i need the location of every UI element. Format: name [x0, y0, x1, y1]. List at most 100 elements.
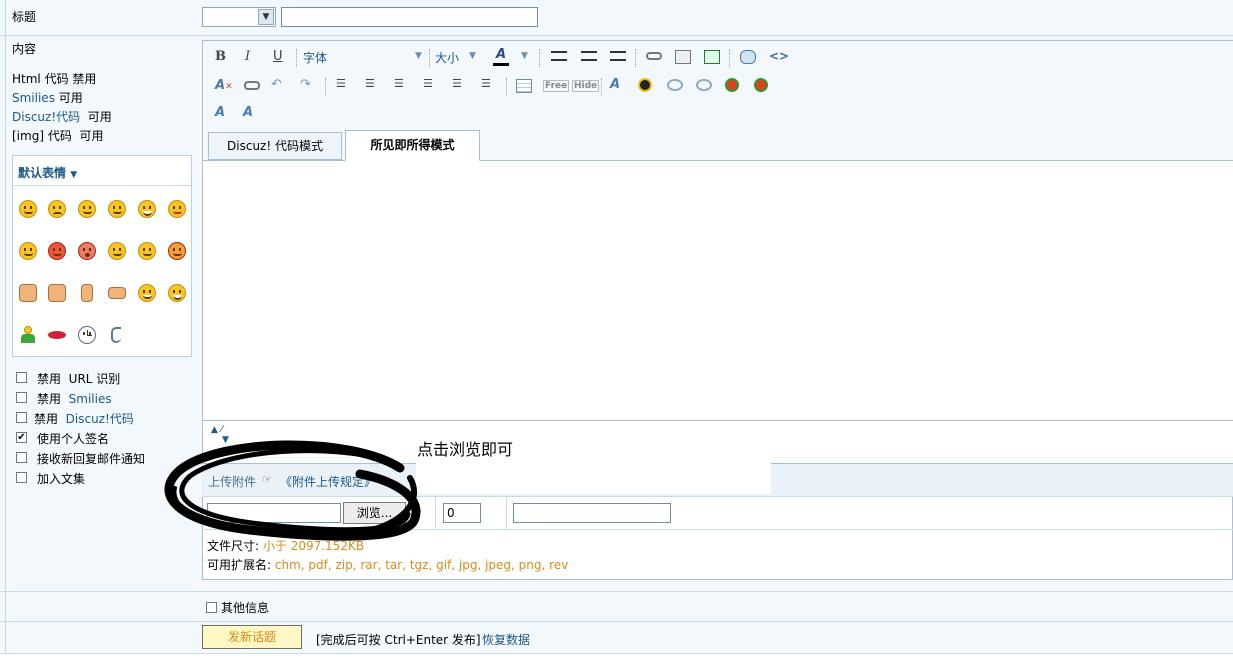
allowed-extensions-info: 可用扩展名: chm, pdf, zip, rar, tar, tgz, gif…: [207, 558, 569, 572]
read-permission-input[interactable]: 0: [443, 503, 481, 523]
thumbs-left-icon[interactable]: [19, 284, 37, 302]
free-icon[interactable]: Free: [543, 80, 570, 92]
person-icon[interactable]: [19, 326, 37, 344]
clock-icon[interactable]: [78, 326, 96, 344]
other-info-row: [0, 592, 1233, 622]
cry-icon[interactable]: [108, 242, 126, 260]
toolbar-separator: [296, 49, 297, 67]
sad-icon[interactable]: [48, 200, 66, 218]
smiley-panel: 默认表情 ▼: [12, 155, 192, 357]
chevron-down-icon[interactable]: ▼: [521, 51, 528, 61]
smile-icon[interactable]: [19, 200, 37, 218]
upload-divider: [435, 497, 436, 530]
float-left-icon[interactable]: ☰: [452, 77, 462, 90]
disable-discuz-label: 禁用 Discuz!代码: [34, 412, 134, 426]
tab-discuz-code-mode[interactable]: Discuz! 代码模式: [208, 132, 342, 160]
toolbar-separator: [325, 78, 326, 96]
email-notify-label: 接收新回复邮件通知: [37, 452, 146, 466]
frustrated-icon[interactable]: [138, 284, 156, 302]
float-right-icon[interactable]: ☰: [481, 77, 491, 90]
love-icon[interactable]: [168, 242, 186, 260]
tongue-icon[interactable]: [168, 200, 186, 218]
post-new-topic-button[interactable]: 发新话题: [202, 625, 302, 649]
resize-handle-icon[interactable]: ⁄: [221, 424, 223, 435]
phone-icon[interactable]: [108, 326, 126, 344]
big-smile-icon[interactable]: [168, 284, 186, 302]
chevron-down-icon[interactable]: ▼: [469, 51, 476, 61]
align-center-icon[interactable]: [581, 51, 597, 61]
toolbar-separator: [601, 78, 602, 96]
disable-smilies-checkbox[interactable]: [16, 392, 27, 403]
unordered-list-icon[interactable]: ☰: [365, 77, 375, 90]
redo-icon[interactable]: ↷: [300, 77, 311, 92]
tab-wysiwyg-mode[interactable]: 所见即所得模式: [345, 130, 480, 161]
disable-url-checkbox[interactable]: [16, 372, 27, 383]
subscript-icon[interactable]: A: [243, 105, 253, 120]
thumbs-down-icon[interactable]: [48, 284, 66, 302]
quote-icon[interactable]: [740, 50, 756, 64]
rule-img: [img] 代码 可用: [12, 129, 104, 143]
font-family-dropdown[interactable]: 字体: [303, 49, 327, 66]
victory-icon[interactable]: [81, 284, 93, 302]
image-icon[interactable]: [704, 50, 720, 64]
realmedia-icon[interactable]: [696, 79, 712, 91]
ordered-list-icon[interactable]: ☰: [336, 77, 346, 90]
lips-icon[interactable]: [48, 326, 66, 344]
smiley-panel-header[interactable]: 默认表情 ▼: [13, 156, 191, 186]
laugh-icon[interactable]: [138, 200, 156, 218]
grin-icon[interactable]: [78, 200, 96, 218]
annotation-text: 点击浏览即可: [417, 440, 514, 459]
font-size-dropdown[interactable]: 大小: [435, 49, 459, 66]
email-icon[interactable]: [675, 50, 691, 64]
flash-icon[interactable]: [754, 78, 768, 92]
hide-icon[interactable]: Hide: [572, 80, 600, 92]
qq-icon[interactable]: [638, 78, 652, 92]
editor-content-area[interactable]: [203, 161, 1233, 420]
happy-icon[interactable]: [108, 200, 126, 218]
smilies-link[interactable]: Smilies: [12, 91, 55, 105]
undo-icon[interactable]: ↶: [271, 77, 282, 92]
indent-icon[interactable]: ☰: [423, 77, 433, 90]
disable-discuz-checkbox[interactable]: [16, 412, 27, 423]
outdent-icon[interactable]: ☰: [394, 77, 404, 90]
chevron-down-icon[interactable]: ▼: [258, 9, 274, 25]
smiley-panel-title[interactable]: 默认表情 ▼: [18, 164, 77, 181]
italic-button[interactable]: I: [245, 49, 250, 64]
shy-icon[interactable]: [19, 242, 37, 260]
angry-icon[interactable]: [48, 242, 66, 260]
discuz-code-link[interactable]: Discuz!代码: [12, 110, 80, 124]
realplayer-icon[interactable]: [667, 79, 683, 91]
font-color-button[interactable]: A: [493, 47, 510, 66]
add-to-collection-checkbox[interactable]: [16, 472, 27, 483]
use-signature-checkbox[interactable]: ✔: [16, 432, 27, 443]
unlink-icon[interactable]: [244, 81, 260, 90]
other-info-checkbox[interactable]: [206, 602, 217, 613]
chevron-down-icon[interactable]: ▼: [415, 51, 422, 61]
disable-smilies-label: 禁用 Smilies: [37, 392, 112, 406]
title-input[interactable]: [281, 7, 538, 27]
annotation-box: 点击浏览即可: [416, 436, 771, 494]
expand-icon[interactable]: ▲: [211, 425, 218, 435]
confused-icon[interactable]: [138, 242, 156, 260]
align-left-icon[interactable]: [551, 51, 567, 61]
media-player-icon[interactable]: [725, 78, 739, 92]
toolbar-separator: [539, 49, 540, 67]
link-icon[interactable]: [646, 52, 662, 60]
title-label: 标题: [12, 10, 37, 24]
shock-icon[interactable]: [78, 242, 96, 260]
email-notify-checkbox[interactable]: [16, 452, 27, 463]
handshake-icon[interactable]: [108, 287, 126, 299]
superscript-icon[interactable]: A: [215, 105, 225, 120]
font-style-icon[interactable]: A: [610, 77, 620, 92]
remove-format-icon[interactable]: A✕: [215, 78, 233, 93]
underline-button[interactable]: U: [273, 49, 283, 64]
bold-button[interactable]: B: [215, 49, 226, 64]
title-type-select[interactable]: ▼: [202, 7, 276, 27]
left-border: [5, 0, 6, 654]
code-icon[interactable]: <>: [769, 49, 789, 63]
table-icon[interactable]: [516, 79, 532, 93]
align-right-icon[interactable]: [610, 51, 626, 61]
attachment-description-input[interactable]: [513, 503, 671, 523]
restore-data-link[interactable]: 恢复数据: [482, 633, 530, 647]
upload-divider: [506, 497, 507, 530]
